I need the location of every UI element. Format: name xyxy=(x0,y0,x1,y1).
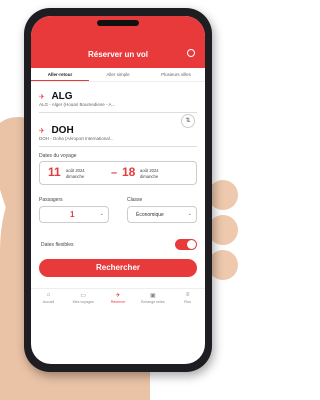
cabin-label: Classe xyxy=(127,197,143,203)
plane-landing-icon: ✈ xyxy=(39,128,45,135)
divider xyxy=(39,146,197,147)
flexible-dates-label: Dates flexibles xyxy=(41,242,74,248)
depart-month: août 2024 xyxy=(66,168,85,173)
trips-icon: ▭ xyxy=(80,293,87,299)
return-day: 18 xyxy=(122,165,136,179)
origin-airport: ALG - Alger (Houari Boumediene - A... xyxy=(39,102,116,107)
nav-label: Plus xyxy=(184,300,192,304)
tab-one-way[interactable]: Aller simple xyxy=(89,68,147,81)
nav-miles[interactable]: ▣ Échange miles xyxy=(135,289,170,311)
cabin-select[interactable]: Économique ⌄ xyxy=(127,206,197,223)
search-button[interactable]: Rechercher xyxy=(39,259,197,277)
hand-finger xyxy=(208,250,238,280)
flexible-dates-row: Dates flexibles xyxy=(39,238,197,252)
plane-icon: ✈ xyxy=(115,293,121,299)
dates-field[interactable]: 11 août 2024 dimanche – 18 août 2024 dim… xyxy=(39,161,197,185)
nav-label: Réserver xyxy=(110,300,126,304)
chevron-down-icon: ⌄ xyxy=(99,211,104,217)
menu-icon: ≡ xyxy=(185,292,190,298)
plane-takeoff-icon: ✈ xyxy=(39,94,45,101)
toggle-knob xyxy=(187,240,196,249)
bottom-nav: ⌂ Accueil ▭ Mes voyages ✈ Réserver ▣ Éch… xyxy=(31,288,205,311)
return-month: août 2024 xyxy=(140,168,159,173)
date-separator: – xyxy=(111,167,118,179)
depart-weekday: dimanche xyxy=(66,174,85,179)
app-screen: Réserver un vol Aller-retour Aller simpl… xyxy=(31,16,205,364)
destination-airport: DOH - Doha (Aéroport International... xyxy=(39,136,114,141)
phone-notch xyxy=(97,20,139,26)
nav-book[interactable]: ✈ Réserver xyxy=(101,289,136,311)
dates-label: Dates du voyage xyxy=(39,153,77,159)
depart-day: 11 xyxy=(48,165,61,179)
tab-multi-city[interactable]: Plusieurs villes xyxy=(147,68,205,81)
home-icon: ⌂ xyxy=(46,292,51,298)
passengers-select[interactable]: 1 ⌄ xyxy=(39,206,109,223)
origin-code: ALG xyxy=(51,91,73,102)
trip-type-tabs: Aller-retour Aller simple Plusieurs vill… xyxy=(31,68,205,82)
return-weekday: dimanche xyxy=(140,174,159,179)
hand-finger xyxy=(208,180,238,210)
nav-trips[interactable]: ▭ Mes voyages xyxy=(66,289,101,311)
passengers-label: Passagers xyxy=(39,197,63,203)
cabin-value: Économique xyxy=(136,212,164,218)
nav-label: Accueil xyxy=(42,300,55,304)
destination-code: DOH xyxy=(51,125,74,136)
chevron-down-icon: ⌄ xyxy=(187,211,192,217)
phone-frame: Réserver un vol Aller-retour Aller simpl… xyxy=(24,8,212,372)
nav-label: Échange miles xyxy=(141,300,165,304)
hand-finger xyxy=(208,215,238,245)
page-title: Réserver un vol xyxy=(87,50,149,59)
nav-more[interactable]: ≡ Plus xyxy=(170,289,205,311)
nav-home[interactable]: ⌂ Accueil xyxy=(31,289,66,311)
divider xyxy=(39,112,197,113)
nav-label: Mes voyages xyxy=(72,300,94,304)
app-header: Réserver un vol xyxy=(31,16,205,68)
passengers-value: 1 xyxy=(70,210,75,219)
miles-icon: ▣ xyxy=(149,293,156,299)
flexible-dates-toggle[interactable] xyxy=(175,239,197,250)
power-icon[interactable] xyxy=(187,49,195,57)
tab-round-trip[interactable]: Aller-retour xyxy=(31,68,89,81)
